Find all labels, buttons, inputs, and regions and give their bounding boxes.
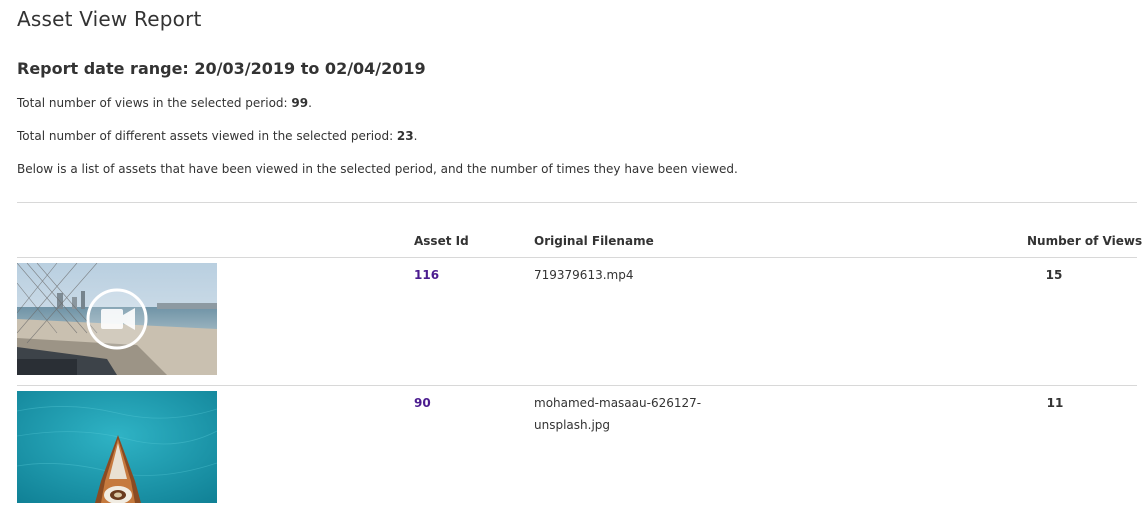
asset-thumbnail[interactable] bbox=[17, 391, 217, 503]
filename-line: unsplash.jpg bbox=[534, 418, 611, 432]
filename-line: mohamed-masaau-626127- bbox=[534, 396, 702, 410]
total-views-text: Total number of views in the selected pe… bbox=[17, 96, 312, 110]
filename-cell: mohamed-masaau-626127- unsplash.jpg bbox=[534, 392, 701, 436]
asset-id-link[interactable]: 90 bbox=[414, 396, 431, 410]
total-assets-value: 23 bbox=[396, 129, 414, 143]
page-title: Asset View Report bbox=[17, 7, 202, 31]
filename-cell: 719379613.mp4 bbox=[534, 268, 634, 282]
asset-id-cell[interactable]: 116 bbox=[414, 264, 439, 286]
views-cell: 11 bbox=[1046, 396, 1064, 410]
total-assets-text: Total number of different assets viewed … bbox=[17, 129, 418, 143]
asset-thumbnail[interactable] bbox=[17, 263, 217, 375]
date-range-heading: Report date range: 20/03/2019 to 02/04/2… bbox=[17, 59, 426, 78]
header-divider bbox=[17, 257, 1137, 258]
asset-id-link[interactable]: 116 bbox=[414, 268, 439, 282]
column-header-views: Number of Views bbox=[1027, 234, 1143, 248]
asset-id-cell[interactable]: 90 bbox=[414, 392, 431, 414]
views-cell: 15 bbox=[1045, 268, 1063, 282]
total-views-value: 99 bbox=[291, 96, 309, 110]
column-header-filename: Original Filename bbox=[534, 234, 654, 248]
description-text: Below is a list of assets that have been… bbox=[17, 162, 738, 176]
video-camera-icon bbox=[101, 308, 135, 330]
row-divider bbox=[17, 385, 1137, 386]
column-header-asset-id: Asset Id bbox=[414, 234, 469, 248]
divider bbox=[17, 202, 1137, 203]
